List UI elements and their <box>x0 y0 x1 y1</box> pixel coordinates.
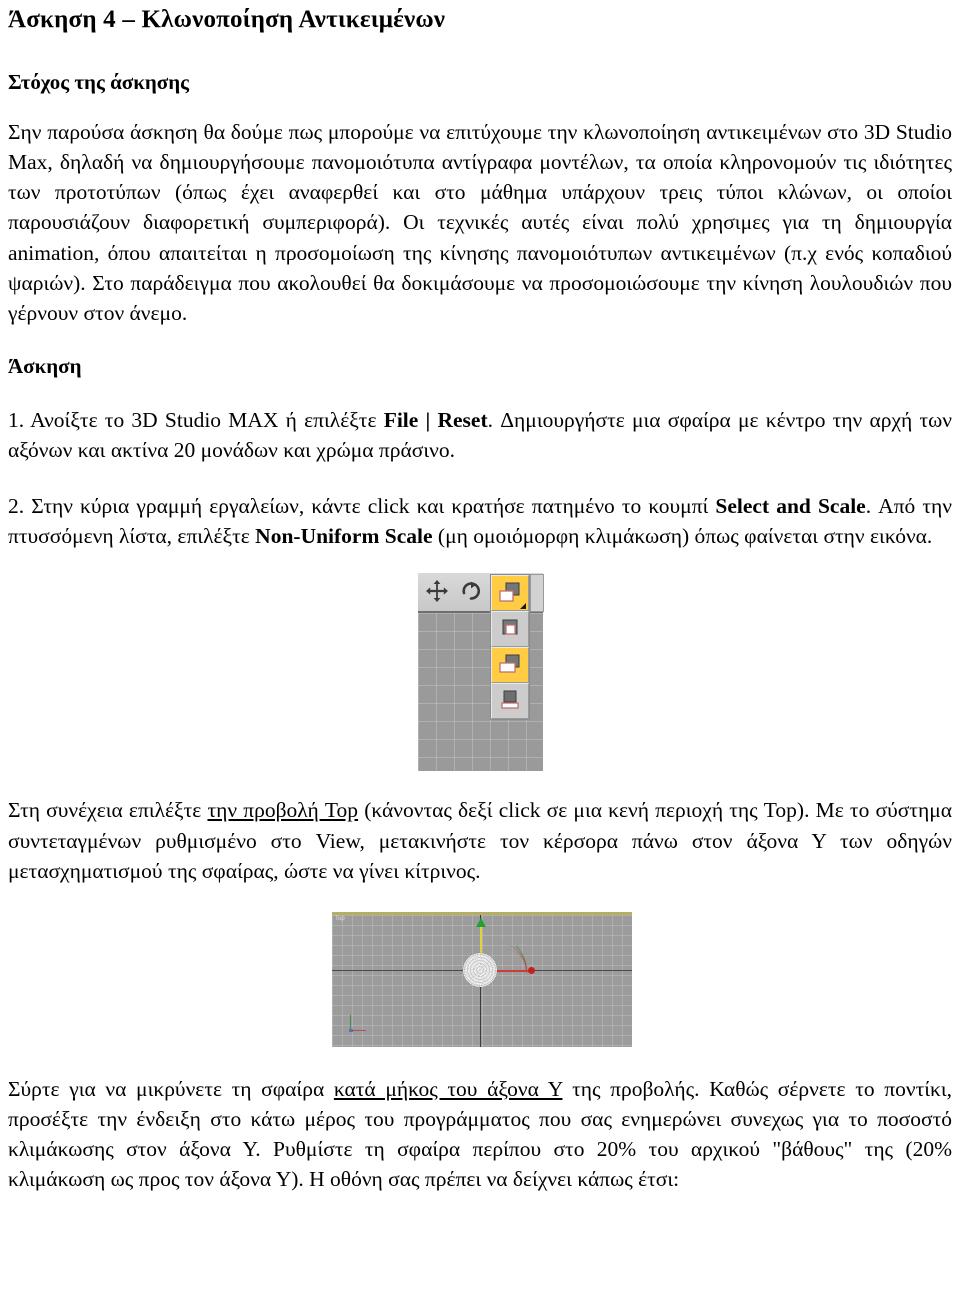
document-page: Άσκηση 4 – Κλωνοποίηση Αντικειμένων Στόχ… <box>0 6 960 1293</box>
select-and-non-uniform-scale-icon[interactable] <box>491 647 529 684</box>
select-and-squash-alt-icon[interactable] <box>491 683 529 720</box>
scale-underlined: κατά μήκος του άξονα Υ <box>333 1076 563 1101</box>
step-1-text-a: Ανοίξτε το 3D Studio MAX ή επιλέξτε <box>24 408 384 433</box>
step-2: 2. Στην κύρια γραμμή εργαλείων, κάντε cl… <box>8 491 952 551</box>
step-1-number: 1. <box>8 408 25 433</box>
figure-top-viewport: Top <box>8 911 952 1052</box>
step-2-text-a: Στην κύρια γραμμή εργαλείων, κάντε click… <box>24 494 716 519</box>
figure-toolbar-flyout <box>8 573 952 773</box>
flyout-corner-indicator <box>520 603 526 610</box>
step-2-text-c: (μη ομοιόμορφη κλιμάκωση) όπως φαίνεται … <box>432 524 933 549</box>
paragraph-top-view: Στη συνέχεια επιλέξτε την προβολή Top (κ… <box>8 795 952 885</box>
gizmo-y-axis-arrow-icon[interactable] <box>476 917 486 927</box>
axis-tripod-icon <box>348 1013 370 1033</box>
select-and-move-icon[interactable] <box>424 578 450 604</box>
section-heading-goal: Στόχος της άσκησης <box>8 70 190 94</box>
step-2-number: 2. <box>8 494 25 519</box>
sphere-object[interactable] <box>463 952 497 987</box>
scale-flyout-menu[interactable] <box>490 574 530 721</box>
intro-paragraph: Σην παρούσα άσκηση θα δούμε πως μπορούμε… <box>8 120 952 325</box>
section-heading-exercise: Άσκηση <box>8 353 82 378</box>
top-view-underlined: την προβολή Top <box>207 798 359 823</box>
gizmo-x-axis-handle-icon[interactable] <box>528 966 535 974</box>
step-2-bold-select-and-scale: Select and Scale <box>715 494 866 519</box>
paragraph-scale-instructions: Σύρτε για να μικρύνετε τη σφαίρα κατά μή… <box>8 1074 952 1194</box>
tripod-y-axis <box>350 1014 351 1030</box>
top-viewport-screenshot: Top <box>332 911 632 1047</box>
select-and-rotate-icon[interactable] <box>458 578 484 604</box>
max-toolbar-screenshot <box>418 573 544 772</box>
step-1-bold-file-reset: File | Reset <box>383 408 488 433</box>
step-2-bold-non-uniform-scale: Non-Uniform Scale <box>255 524 433 549</box>
viewport-label: Top <box>335 915 345 922</box>
select-and-uniform-scale-icon[interactable] <box>491 575 529 612</box>
tripod-z-axis <box>349 1028 353 1032</box>
step-1: 1. Ανοίξτε το 3D Studio MAX ή επιλέξτε F… <box>8 405 952 465</box>
toolbar-next-button-sliver[interactable] <box>530 574 544 613</box>
page-title: Άσκηση 4 – Κλωνοποίηση Αντικειμένων <box>8 6 446 33</box>
scale-text-a: Σύρτε για να μικρύνετε τη σφαίρα <box>8 1076 334 1101</box>
select-and-squash-icon[interactable] <box>491 611 529 648</box>
top-view-text-a: Στη συνέχεια επιλέξτε <box>8 798 208 823</box>
